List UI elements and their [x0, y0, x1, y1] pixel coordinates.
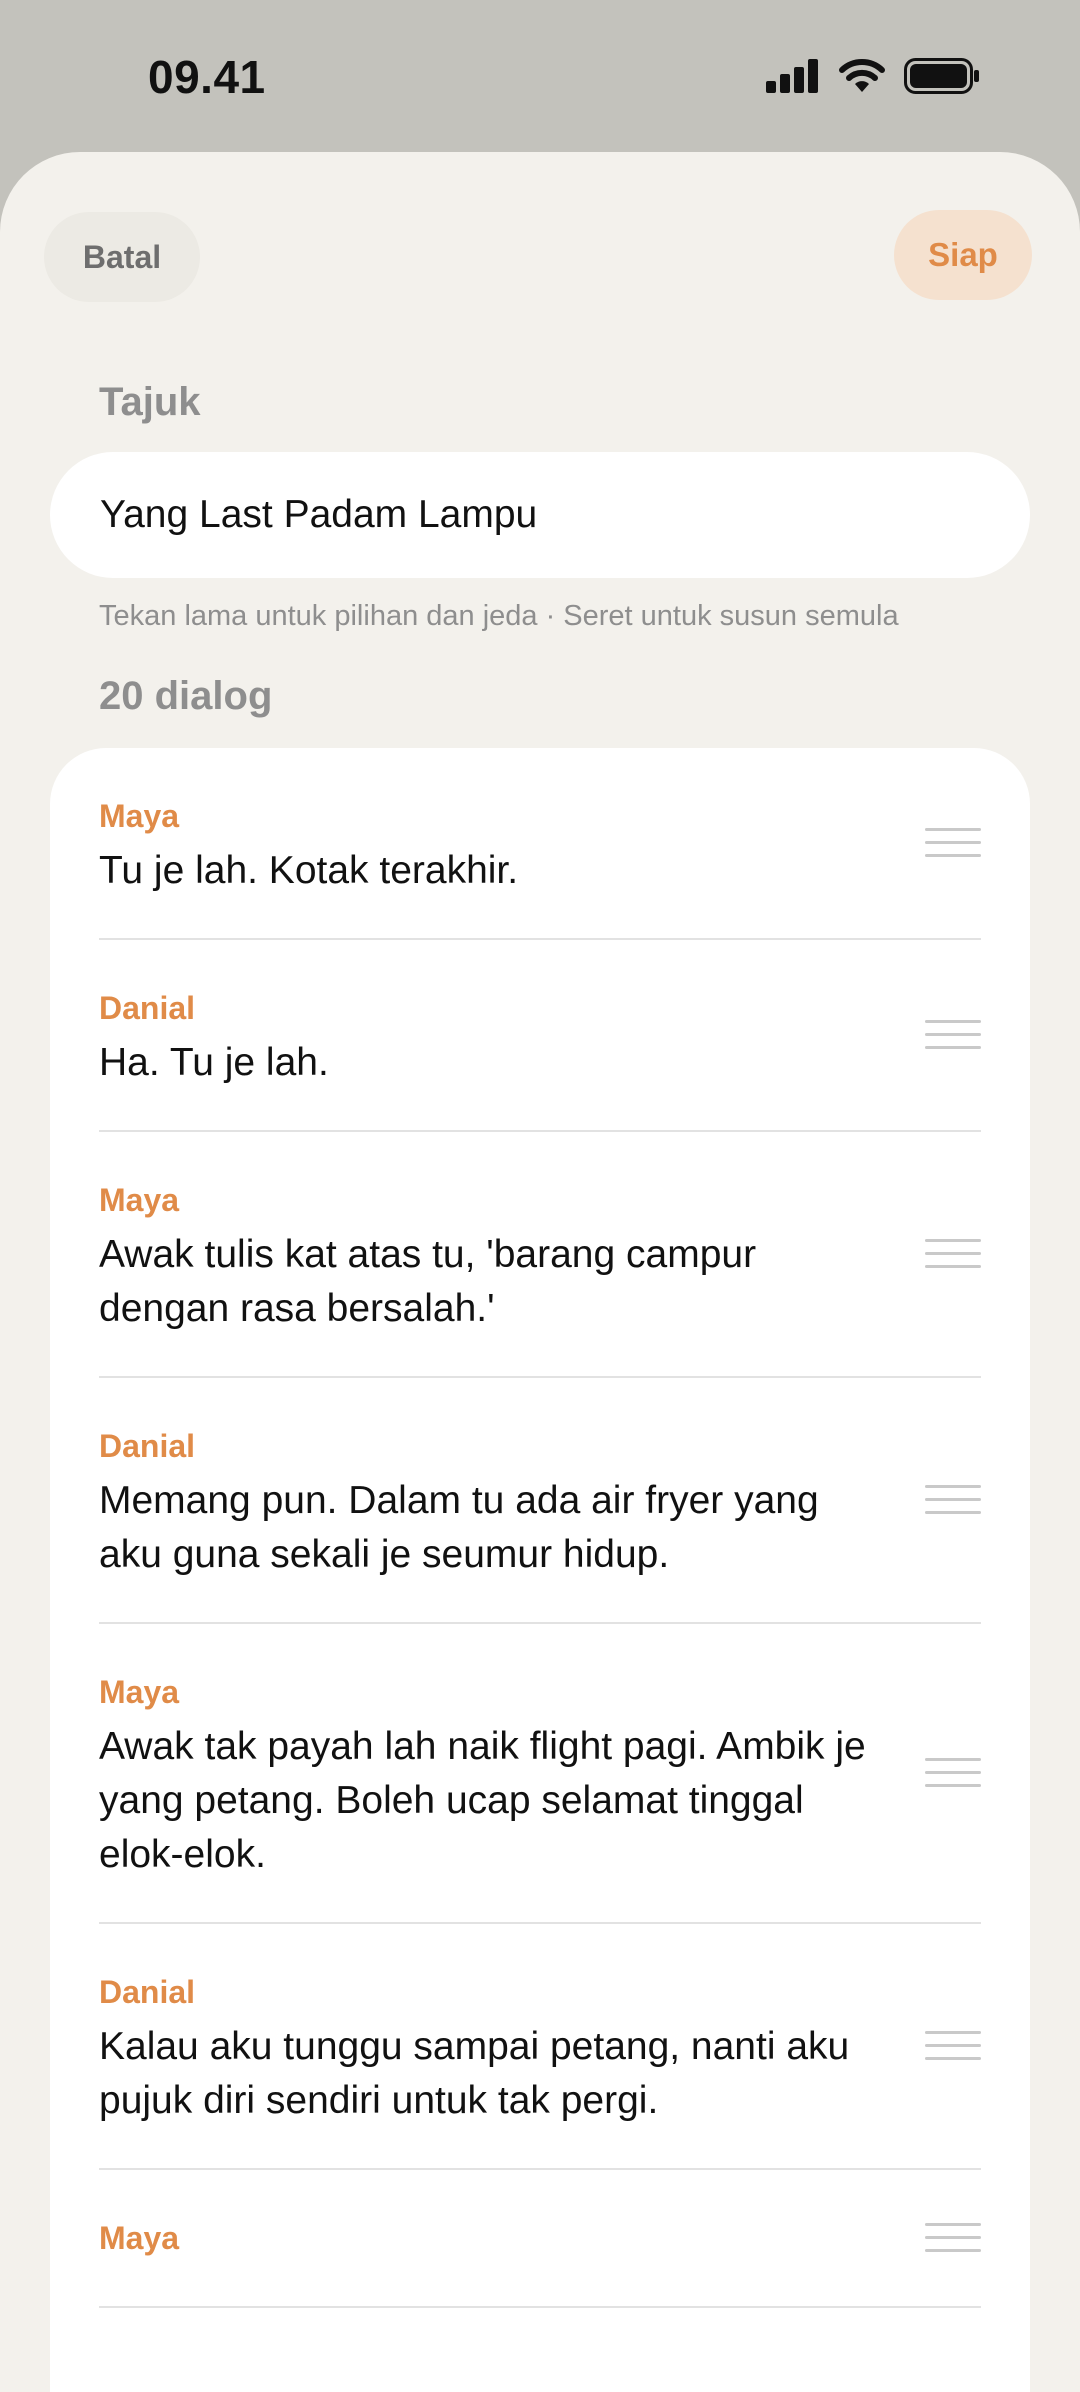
cancel-button[interactable]: Batal: [44, 212, 200, 302]
drag-handle-icon[interactable]: [925, 2031, 981, 2061]
status-bar: 09.41: [0, 0, 1080, 150]
drag-handle-icon[interactable]: [925, 2223, 981, 2253]
dialog-text: Tu je lah. Kotak terakhir.: [99, 849, 519, 892]
status-time: 09.41: [148, 51, 266, 103]
dialog-text: Memang pun. Dalam tu ada air fryer yang …: [99, 1479, 819, 1576]
dialog-speaker: Maya: [99, 2220, 180, 2256]
dialog-speaker: Danial: [99, 990, 196, 1026]
dialog-count-label: 20 dialog: [99, 674, 273, 718]
dialog-speaker: Danial: [99, 1974, 196, 2010]
drag-handle-icon[interactable]: [925, 1485, 981, 1515]
dialog-speaker: Danial: [99, 1428, 196, 1464]
edit-sheet: Batal Siap Tajuk Tekan lama untuk piliha…: [0, 152, 1080, 2392]
dialog-item[interactable]: Maya: [99, 2170, 981, 2308]
dialog-text: Ha. Tu je lah.: [99, 1041, 329, 1084]
cellular-signal-icon: [766, 59, 820, 93]
hint-text: Tekan lama untuk pilihan dan jeda · Sere…: [99, 600, 899, 632]
dialog-text: Awak tulis kat atas tu, 'barang campur d…: [99, 1233, 757, 1330]
dialog-list-card: Maya Tu je lah. Kotak terakhir. Danial H…: [50, 748, 1030, 2392]
dialog-item[interactable]: Maya Awak tak payah lah naik flight pagi…: [99, 1624, 981, 1924]
wifi-icon: [838, 58, 886, 94]
done-button[interactable]: Siap: [894, 210, 1032, 300]
dialog-item[interactable]: Danial Ha. Tu je lah.: [99, 940, 981, 1132]
dialog-list: Maya Tu je lah. Kotak terakhir. Danial H…: [99, 748, 981, 2308]
title-input[interactable]: [50, 452, 1030, 578]
dialog-item[interactable]: Maya Tu je lah. Kotak terakhir.: [99, 748, 981, 940]
dialog-text: Kalau aku tunggu sampai petang, nanti ak…: [99, 2025, 850, 2122]
drag-handle-icon[interactable]: [925, 1020, 981, 1050]
dialog-item[interactable]: Maya Awak tulis kat atas tu, 'barang cam…: [99, 1132, 981, 1378]
dialog-speaker: Maya: [99, 1674, 180, 1710]
drag-handle-icon[interactable]: [925, 828, 981, 858]
drag-handle-icon[interactable]: [925, 1239, 981, 1269]
title-section-label: Tajuk: [99, 380, 201, 424]
dialog-speaker: Maya: [99, 1182, 180, 1218]
dialog-item[interactable]: Danial Memang pun. Dalam tu ada air frye…: [99, 1378, 981, 1624]
battery-icon: [904, 58, 980, 94]
drag-handle-icon[interactable]: [925, 1758, 981, 1788]
dialog-speaker: Maya: [99, 798, 180, 834]
status-icons: [766, 58, 980, 94]
dialog-item[interactable]: Danial Kalau aku tunggu sampai petang, n…: [99, 1924, 981, 2170]
dialog-text: Awak tak payah lah naik flight pagi. Amb…: [99, 1725, 866, 1876]
